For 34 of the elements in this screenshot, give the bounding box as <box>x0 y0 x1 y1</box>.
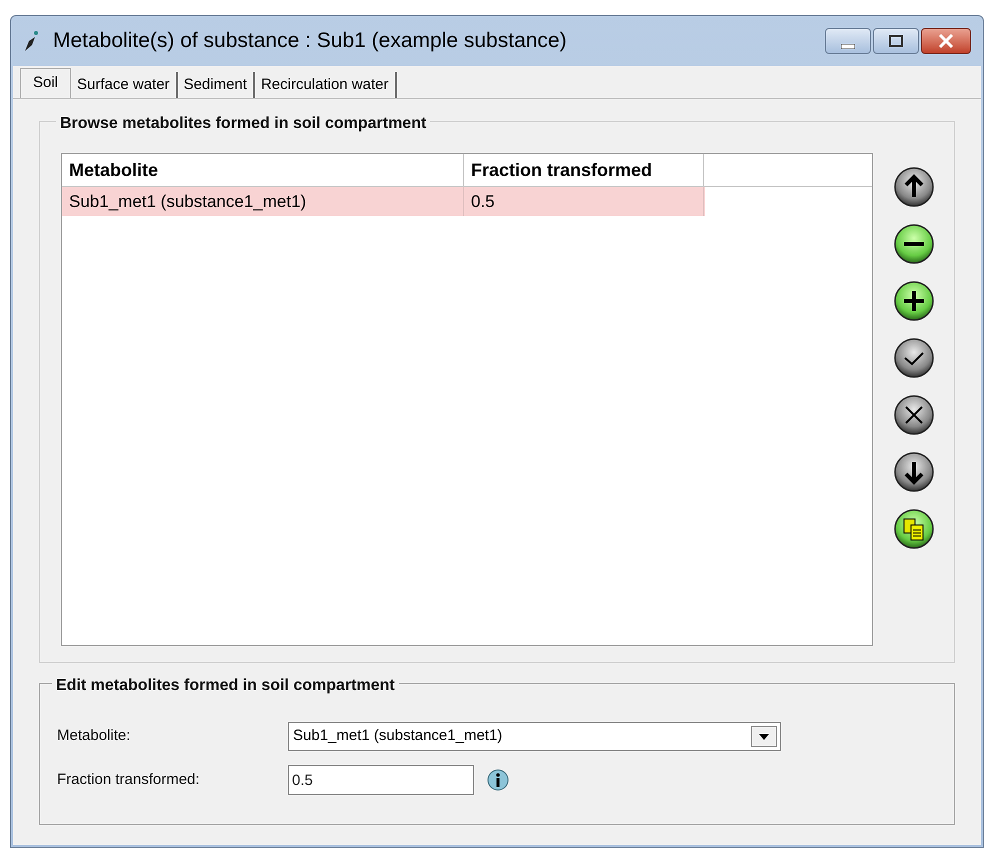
tab[interactable]: Surface water <box>71 72 178 98</box>
documents-icon <box>894 509 934 549</box>
dropdown-button[interactable] <box>751 726 777 747</box>
column-header[interactable]: Metabolite <box>62 154 464 186</box>
tab[interactable]: Soil <box>20 68 72 98</box>
tab[interactable]: Sediment <box>178 72 255 98</box>
field-label: Metabolite: <box>57 726 132 746</box>
column-header[interactable]: Fraction transformed <box>464 154 704 186</box>
table-row[interactable]: Sub1_met1 (substance1_met1) 0.5 <box>62 187 705 216</box>
window-title: Metabolite(s) of substance : Sub1 (example substance) <box>53 28 567 54</box>
fraction-input[interactable]: 0.5 <box>288 765 474 795</box>
table-cell: 0.5 <box>464 187 704 216</box>
accept-button[interactable] <box>894 338 934 378</box>
cancel-button[interactable] <box>894 395 934 435</box>
caret-icon <box>759 734 769 740</box>
close-button[interactable] <box>921 28 971 54</box>
minimize-icon <box>841 44 855 49</box>
up-button[interactable] <box>894 167 934 207</box>
maximize-icon <box>889 35 903 47</box>
metabolite-dropdown[interactable]: Sub1_met1 (substance1_met1) <box>288 722 781 751</box>
tab[interactable]: Recirculation water <box>254 72 396 98</box>
down-button[interactable] <box>894 452 934 492</box>
minimize-button[interactable] <box>825 28 871 54</box>
add-button[interactable] <box>894 281 934 321</box>
remove-button[interactable] <box>894 224 934 264</box>
field-label: Fraction transformed: <box>57 770 201 790</box>
table-cell: Sub1_met1 (substance1_met1) <box>62 187 464 216</box>
plus-icon <box>894 281 934 321</box>
maximize-button[interactable] <box>873 28 919 54</box>
close-icon <box>938 34 954 48</box>
checkmark-icon <box>894 338 934 378</box>
x-icon <box>894 395 934 435</box>
minus-icon <box>894 224 934 264</box>
copy-button[interactable] <box>894 509 934 549</box>
